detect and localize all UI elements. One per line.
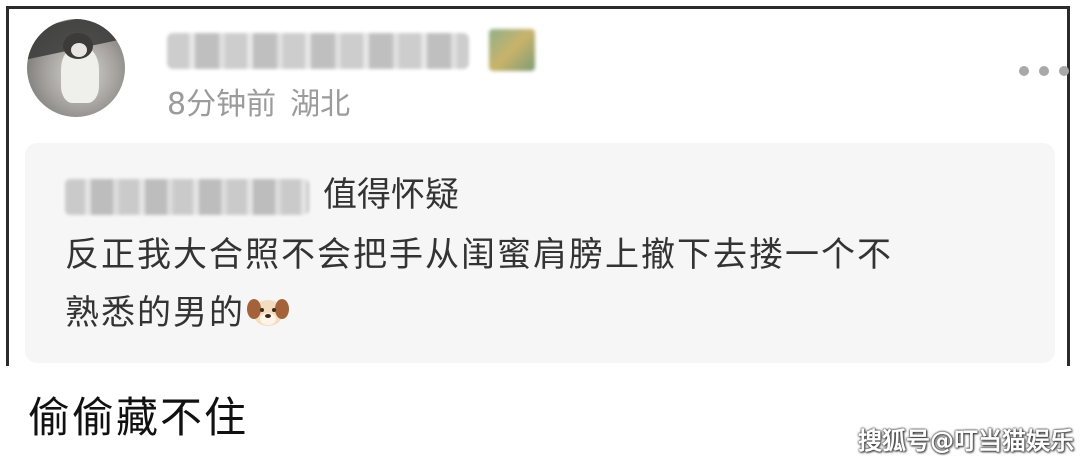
more-dot [1059, 66, 1069, 76]
avatar[interactable] [27, 19, 125, 117]
user-badge-blurred [489, 29, 535, 71]
article-caption: 偷偷藏不住 [28, 393, 249, 442]
source-watermark: 搜狐号@叮当猫娱乐 [858, 427, 1074, 455]
post-time: 8分钟前 [167, 87, 277, 122]
post-meta: 8分钟前 湖北 [167, 87, 350, 123]
quoted-text-line-3: 熟悉的男的 [65, 291, 289, 335]
quoted-text-line-2: 反正我大合照不会把手从闺蜜肩膀上撤下去搂一个不 [65, 235, 893, 275]
more-dot [1019, 66, 1029, 76]
post-card: 8分钟前 湖北 值得怀疑 反正我大合照不会把手从闺蜜肩膀上撤下去搂一个不 熟悉的男… [6, 6, 1070, 366]
more-icon[interactable] [1019, 64, 1069, 78]
dog-face-emoji-icon [247, 298, 289, 326]
avatar-cat-face [71, 43, 87, 57]
quoted-comment[interactable]: 值得怀疑 反正我大合照不会把手从闺蜜肩膀上撤下去搂一个不 熟悉的男的 [25, 143, 1055, 363]
username-blurred[interactable] [167, 33, 469, 69]
more-dot [1039, 66, 1049, 76]
quoted-text-line-1: 值得怀疑 [323, 175, 459, 215]
quoted-author-blurred[interactable] [65, 179, 309, 215]
post-location: 湖北 [290, 87, 351, 122]
quoted-text-line-3-text: 熟悉的男的 [65, 293, 245, 333]
